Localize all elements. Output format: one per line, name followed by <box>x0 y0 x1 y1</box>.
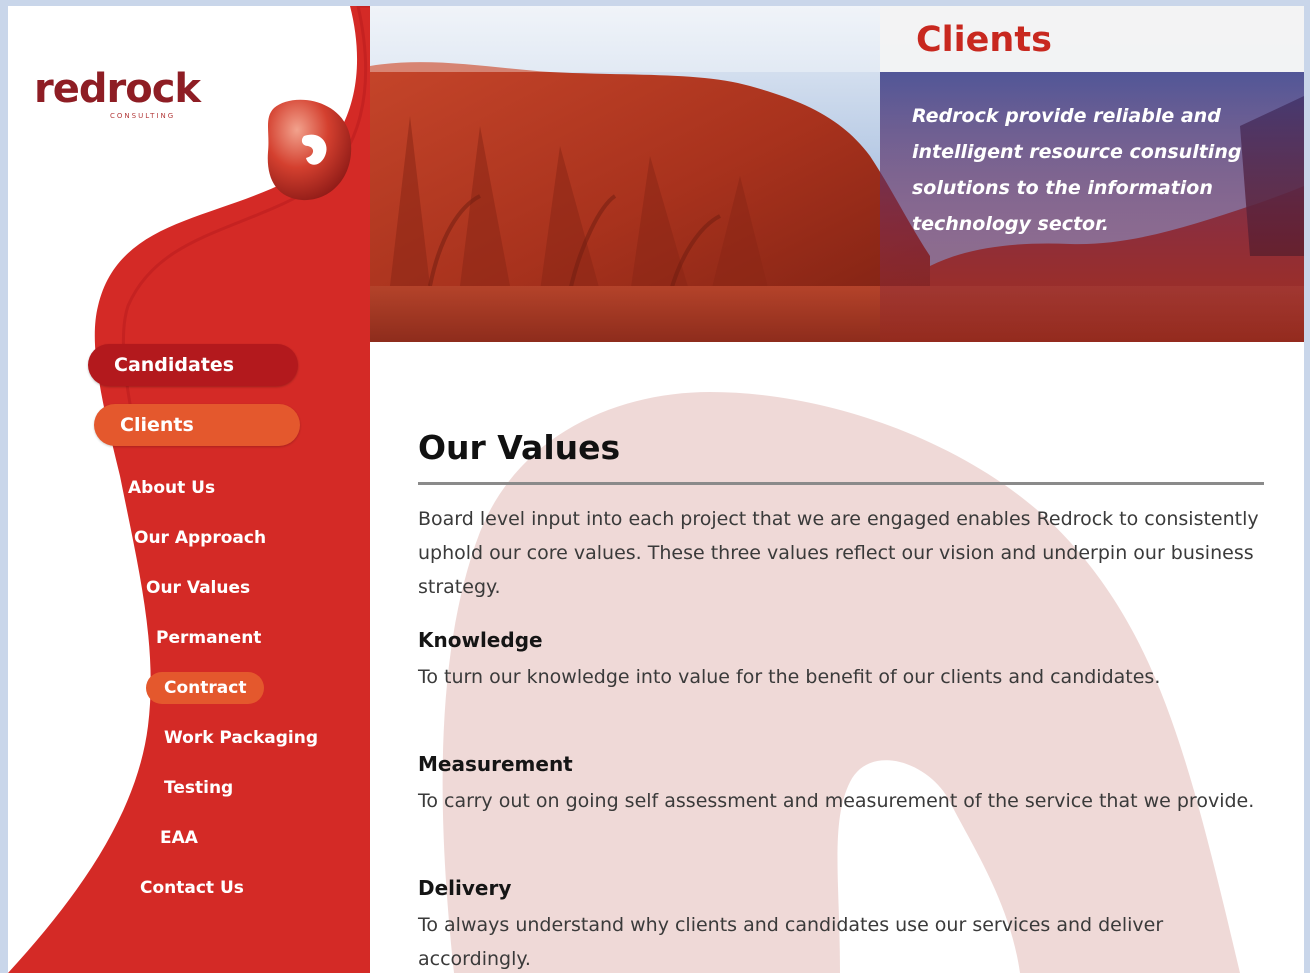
section-title: Clients <box>916 20 1052 60</box>
nav-our-values[interactable]: Our Values <box>146 572 250 604</box>
nav-about-us[interactable]: About Us <box>128 472 215 504</box>
nav-work-packaging[interactable]: Work Packaging <box>164 722 318 754</box>
logo-tagline: CONSULTING <box>110 112 176 120</box>
nav-testing[interactable]: Testing <box>164 772 233 804</box>
value-heading-measurement: Measurement <box>418 752 573 776</box>
page-title: Our Values <box>418 428 621 467</box>
nav-permanent[interactable]: Permanent <box>156 622 261 654</box>
page-header: Clients Redrock provide reliable and int… <box>370 6 1304 342</box>
value-heading-knowledge: Knowledge <box>418 628 543 652</box>
nav-our-approach[interactable]: Our Approach <box>134 522 266 554</box>
nav-contract[interactable]: Contract <box>146 672 265 704</box>
header-tagline: Redrock provide reliable and intelligent… <box>912 105 1242 235</box>
nav-clients[interactable]: Clients <box>94 404 300 446</box>
nav-candidates[interactable]: Candidates <box>88 344 298 386</box>
value-text-measurement: To carry out on going self assessment an… <box>418 790 1255 812</box>
main-content: Our Values Board level input into each p… <box>370 342 1304 973</box>
value-text-knowledge: To turn our knowledge into value for the… <box>418 666 1161 688</box>
redrock-logo-icon <box>267 99 352 201</box>
page-frame: redrock CONSULTING Candidates Clients Ab… <box>8 6 1304 973</box>
value-heading-delivery: Delivery <box>418 876 512 900</box>
value-text-delivery: To always understand why clients and can… <box>418 914 1164 970</box>
nav-eaa[interactable]: EAA <box>160 822 198 854</box>
intro-paragraph: Board level input into each project that… <box>418 508 1259 598</box>
nav-contact-us[interactable]: Contact Us <box>140 872 244 904</box>
title-divider <box>418 482 1264 485</box>
logo-wordmark: redrock <box>34 66 201 112</box>
